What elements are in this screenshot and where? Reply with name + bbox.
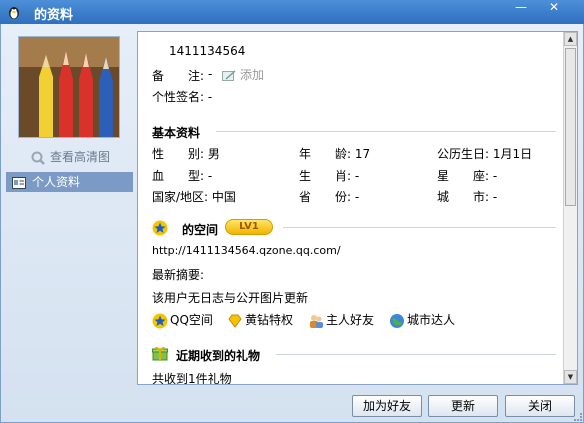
gender-field: 性 别: 男 — [152, 145, 220, 162]
field-value: - — [207, 169, 213, 183]
pencils-image — [19, 37, 119, 137]
yellow-diamond-link[interactable]: 黄钻特权 — [227, 311, 293, 329]
gift-count: 共收到1件礼物 — [152, 372, 232, 385]
age-field: 年 龄: 17 — [299, 145, 370, 162]
add-note-label: 添加 — [240, 68, 265, 82]
signature-value: - — [207, 90, 213, 104]
scroll-up-arrow-icon[interactable]: ▲ — [564, 32, 577, 46]
section-title-space: 的空间 — [182, 223, 219, 237]
edit-note-icon — [222, 69, 236, 81]
scroll-down-arrow-icon[interactable]: ▼ — [564, 370, 577, 384]
field-label: 公历生日: — [437, 147, 490, 161]
field-label: 省 份: — [299, 190, 352, 204]
magnifier-icon — [31, 151, 45, 165]
minimize-button[interactable]: — — [510, 1, 532, 15]
summary-label: 最新摘要: — [152, 268, 205, 282]
yellow-diamond-link-label: 黄钻特权 — [245, 313, 294, 327]
field-label: 国家/地区: — [152, 190, 209, 204]
field-label: 星 座: — [437, 169, 490, 183]
constellation-field: 星 座: - — [437, 167, 497, 184]
section-divider — [216, 131, 556, 132]
qzone-link[interactable]: QQ空间 — [152, 311, 213, 329]
id-card-icon — [12, 176, 26, 189]
sidebar-item-personal-info[interactable]: 个人资料 — [6, 172, 133, 192]
field-label: 血 型: — [152, 169, 205, 183]
field-value: 中国 — [211, 190, 236, 204]
field-value: - — [354, 190, 360, 204]
close-window-button[interactable]: ✕ — [543, 1, 565, 15]
section-divider — [276, 354, 556, 355]
qzone-link-label: QQ空间 — [170, 313, 213, 327]
qq-number: 1411134564 — [169, 44, 246, 58]
section-title-gifts: 近期收到的礼物 — [176, 349, 261, 363]
field-value: - — [354, 169, 360, 183]
vertical-scrollbar[interactable]: ▲ ▼ — [563, 32, 577, 384]
summary-text: 该用户无日志与公开图片更新 — [152, 291, 309, 305]
province-field: 省 份: - — [299, 188, 359, 205]
field-value: 17 — [354, 147, 371, 161]
view-hd-photo-label: 查看高清图 — [50, 150, 111, 164]
signature-label-text: 个性签名: — [152, 90, 205, 104]
field-label: 性 别: — [152, 147, 205, 161]
field-value: 男 — [207, 147, 220, 161]
city-expert-link-label: 城市达人 — [407, 313, 456, 327]
view-hd-photo-link[interactable]: 查看高清图 — [30, 148, 110, 166]
note-label: 备 注: — [152, 69, 205, 83]
scroll-thumb[interactable] — [565, 48, 576, 206]
country-field: 国家/地区: 中国 — [152, 188, 236, 205]
note-value: - — [208, 67, 213, 81]
field-value: - — [492, 190, 498, 204]
field-label: 年 龄: — [299, 147, 352, 161]
zodiac-animal-field: 生 肖: - — [299, 167, 359, 184]
city-field: 城 市: - — [437, 188, 497, 205]
owner-friends-link-label: 主人好友 — [326, 313, 375, 327]
window-title: 的资料 — [34, 8, 74, 23]
avatar[interactable] — [18, 36, 120, 138]
field-value: 1月1日 — [492, 147, 533, 161]
field-label: 生 肖: — [299, 169, 352, 183]
friends-icon — [310, 314, 323, 328]
resize-grip[interactable] — [574, 413, 582, 421]
section-divider — [283, 227, 556, 228]
signature-label: 个性签名: - — [152, 88, 212, 105]
birthday-field: 公历生日: 1月1日 — [437, 145, 532, 162]
section-title-basic-info: 基本资料 — [152, 126, 201, 140]
globe-icon — [390, 313, 404, 328]
qzone-star-icon — [152, 220, 168, 236]
space-url-link[interactable]: http://1411134564.qzone.qq.com/ — [152, 244, 341, 257]
title-bar[interactable]: 的资料 — ✕ — [0, 0, 584, 24]
blood-type-field: 血 型: - — [152, 167, 212, 184]
profile-panel[interactable]: 1411134564 备 注: - 添加 个性签名: - 基本资料 性 别: 男… — [137, 31, 578, 385]
yellow-diamond-icon — [228, 314, 242, 328]
level-badge: LV1 — [225, 219, 273, 235]
city-expert-link[interactable]: 城市达人 — [389, 311, 455, 329]
refresh-button[interactable]: 更新 — [428, 395, 498, 417]
add-note-link[interactable]: 添加 — [222, 66, 264, 83]
field-label: 城 市: — [437, 190, 490, 204]
sidebar-item-label: 个人资料 — [32, 175, 81, 189]
gift-icon — [152, 346, 168, 361]
field-value: - — [492, 169, 498, 183]
owner-friends-link[interactable]: 主人好友 — [308, 311, 374, 329]
qq-penguin-icon — [9, 7, 19, 19]
add-friend-button[interactable]: 加为好友 — [352, 395, 422, 417]
qzone-star-icon — [152, 313, 168, 328]
close-button[interactable]: 关闭 — [505, 395, 575, 417]
